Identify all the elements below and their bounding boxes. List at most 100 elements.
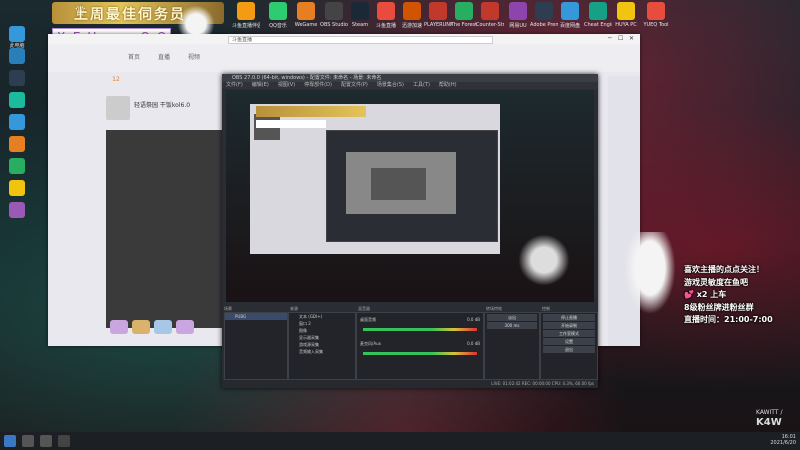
mascot-cat-small	[176, 4, 216, 44]
source-item[interactable]: 窗口 2	[289, 320, 355, 327]
gift-icon[interactable]	[154, 320, 172, 334]
desktop-shortcut[interactable]: 百度网盘	[556, 2, 584, 29]
desktop-shortcut[interactable]: Adobe Premiere	[530, 2, 558, 28]
mixer-channel[interactable]: 麦克风/Aux 0.0 dB	[357, 337, 483, 361]
close-icon[interactable]: ✕	[629, 35, 634, 42]
transitions-dock[interactable]: 淡出 300 ms	[484, 312, 540, 380]
menu-item[interactable]: 编辑(E)	[252, 82, 269, 88]
mixer-dock[interactable]: 桌面音频 0.0 dB 麦克风/Aux 0.0 dB	[356, 312, 484, 380]
menu-item[interactable]: 视图(V)	[278, 82, 295, 88]
controls-dock[interactable]: 停止直播 开始录制 工作室模式 设置 退出	[540, 312, 598, 380]
desktop-shortcut[interactable]: The Forest	[450, 2, 478, 28]
desktop-shortcut[interactable]: WeGame	[292, 2, 320, 28]
desktop-shortcut[interactable]: YUEQ Tool	[642, 2, 670, 28]
control-button[interactable]: 退出	[543, 346, 595, 353]
desktop-shortcut[interactable]: PLAYERUNKNOWN'S BATTLEGROUNDS	[424, 2, 452, 28]
system-clock[interactable]: 16:01 2021/6/20	[770, 434, 796, 446]
obs-titlebar[interactable]: OBS 27.0.0 (64-bit, windows) - 配置文件: 未命名…	[222, 74, 598, 82]
control-button[interactable]: 停止直播	[543, 314, 595, 321]
desktop-shortcut[interactable]	[2, 70, 32, 86]
menu-item[interactable]: 停靠部件(D)	[304, 82, 332, 88]
obs-statusbar: LIVE: 01:02:42 REC: 00:00:00 CPU: 4.3%, …	[222, 380, 598, 388]
transition-duration[interactable]: 300 ms	[487, 322, 537, 329]
app-icon	[351, 2, 369, 20]
desktop-shortcut[interactable]	[2, 180, 32, 196]
app-icon	[481, 2, 499, 20]
gift-icon[interactable]	[132, 320, 150, 334]
maximize-icon[interactable]: ☐	[618, 35, 623, 42]
app-icon	[9, 70, 25, 86]
desktop-wallpaper: 斗鱼直播伴侣 QQ音乐 WeGame OBS Studio Steam 斗鱼直播 迅游加速 P…	[0, 0, 800, 450]
gift-icon[interactable]	[110, 320, 128, 334]
app-icon	[377, 2, 395, 20]
app-icon	[617, 2, 635, 20]
obs-menubar: 文件(F) 编辑(E) 视图(V) 停靠部件(D) 配置文件(P) 场景集合(S) 工具(T…	[222, 82, 598, 89]
app-icon	[269, 2, 287, 20]
desktop-shortcut[interactable]: Steam	[346, 2, 374, 28]
desktop-shortcut[interactable]: HUYA PC	[612, 2, 640, 28]
desktop-shortcut[interactable]	[2, 48, 32, 64]
overlay-line: 游戏灵敏度在鱼吧	[684, 277, 748, 287]
taskbar-app-icon[interactable]	[40, 435, 52, 447]
menu-item[interactable]: 场景集合(S)	[377, 82, 404, 88]
source-item[interactable]: 游戏源采集	[289, 341, 355, 348]
sources-dock[interactable]: 文本 (GDI+) 窗口 2 图像 显示器采集 游戏源采集 音频输入采集	[288, 312, 356, 380]
control-button[interactable]: 工作室模式	[543, 330, 595, 337]
menu-item[interactable]: 文件(F)	[226, 82, 243, 88]
gift-icon[interactable]	[176, 320, 194, 334]
mascot-cat	[620, 232, 680, 322]
desktop-shortcut[interactable]: QQ音乐	[264, 2, 292, 29]
app-icon	[9, 114, 25, 130]
nested-cat	[514, 230, 574, 290]
shortcut-label: Counter-Strike Global Off	[476, 22, 504, 28]
obs-preview[interactable]	[226, 90, 594, 302]
source-item[interactable]: 音频输入采集	[289, 348, 355, 355]
source-item[interactable]: 文本 (GDI+)	[289, 313, 355, 320]
desktop-shortcut[interactable]: 迅游加速	[398, 2, 426, 29]
desktop-shortcut[interactable]: 此电脑	[2, 26, 32, 49]
taskbar-app-icon[interactable]	[58, 435, 70, 447]
control-button[interactable]: 开始录制	[543, 322, 595, 329]
desktop-shortcut[interactable]: Cheat Engine	[584, 2, 612, 28]
app-icon	[9, 48, 25, 64]
stream-overlay-text: 喜欢主播的点点关注！ 游戏灵敏度在鱼吧 💕 x2 上车 8级粉丝牌进粉丝群 直播…	[684, 264, 799, 327]
desktop-shortcut[interactable]	[2, 114, 32, 130]
start-icon[interactable]	[4, 435, 16, 447]
obs-window[interactable]: OBS 27.0.0 (64-bit, windows) - 配置文件: 未命名…	[222, 74, 598, 388]
menu-item[interactable]: 帮助(H)	[439, 82, 457, 88]
overlay-line: 喜欢主播的点点关注！	[684, 265, 764, 274]
tab-video[interactable]: 视频	[188, 52, 200, 61]
tab-live[interactable]: 直播	[158, 52, 170, 61]
menu-item[interactable]: 工具(T)	[413, 82, 430, 88]
address-bar[interactable]: 斗鱼直播	[228, 36, 493, 44]
tab-home[interactable]: 首页	[128, 52, 140, 61]
avatar[interactable]	[106, 96, 130, 120]
desktop-shortcut[interactable]: 网易UU	[504, 2, 532, 29]
menu-item[interactable]: 配置文件(P)	[341, 82, 368, 88]
scenes-dock[interactable]: PUBG	[224, 312, 288, 380]
desktop-shortcut[interactable]	[2, 202, 32, 218]
desktop-shortcut[interactable]	[2, 92, 32, 108]
mixer-channel[interactable]: 桌面音频 0.0 dB	[357, 313, 483, 337]
control-button[interactable]: 设置	[543, 338, 595, 345]
brand-watermark: KAWITT / K4W	[756, 408, 782, 428]
desktop-shortcut[interactable]: OBS Studio	[320, 2, 348, 28]
taskview-icon[interactable]	[22, 435, 34, 447]
desktop-shortcut[interactable]: Counter-Strike Global Off	[476, 2, 504, 28]
shortcut-label: The Forest	[450, 22, 478, 28]
shortcut-label: Steam	[351, 22, 369, 28]
minimize-icon[interactable]: ─	[608, 35, 612, 42]
source-item[interactable]: 图像	[289, 327, 355, 334]
source-item[interactable]: 显示器采集	[289, 334, 355, 341]
app-icon	[9, 202, 25, 218]
shortcut-label: 网易UU	[509, 23, 527, 29]
scene-item[interactable]: PUBG	[225, 313, 287, 320]
nested-name-tag	[256, 120, 326, 128]
desktop-shortcut[interactable]: 斗鱼直播伴侣	[232, 2, 260, 29]
site-nav: 首页 直播 视频	[48, 44, 640, 72]
desktop-shortcut[interactable]	[2, 136, 32, 152]
app-icon	[9, 26, 25, 42]
desktop-shortcut[interactable]: 斗鱼直播	[372, 2, 400, 29]
desktop-shortcut[interactable]	[2, 158, 32, 174]
transition-select[interactable]: 淡出	[487, 314, 537, 321]
